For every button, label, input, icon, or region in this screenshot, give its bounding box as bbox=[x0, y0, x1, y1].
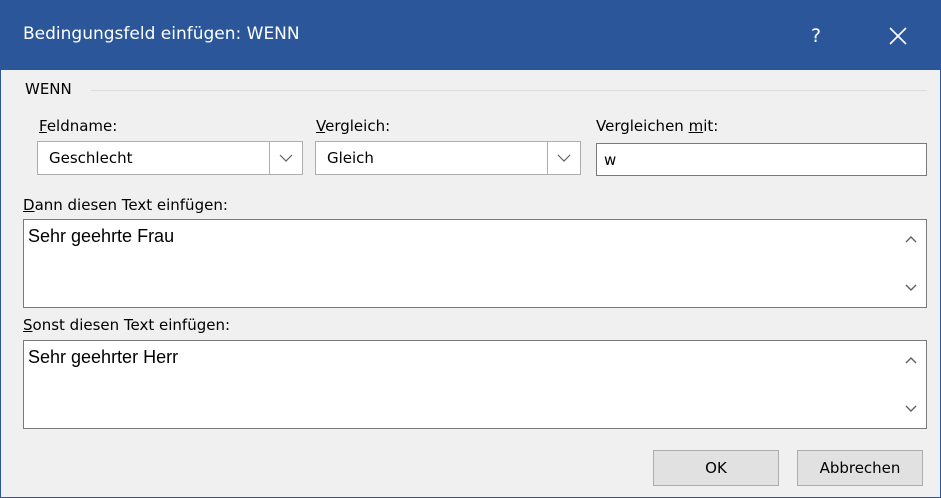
vergleich-label-rest: ergleich: bbox=[325, 117, 391, 135]
feldname-label-rest: eldname: bbox=[46, 117, 118, 135]
vergleichen-mit-label-pre: Vergleichen bbox=[596, 117, 689, 135]
feldname-label-accel: F bbox=[39, 117, 47, 135]
vergleich-label-accel: V bbox=[316, 117, 326, 135]
title-bar[interactable]: Bedingungsfeld einfügen: WENN ? bbox=[1, 0, 941, 70]
chevron-up-icon[interactable] bbox=[904, 355, 918, 365]
vergleich-dropdown-button[interactable] bbox=[547, 142, 580, 174]
chevron-up-icon[interactable] bbox=[904, 234, 918, 244]
chevron-down-icon[interactable] bbox=[904, 404, 918, 414]
feldname-dropdown-button[interactable] bbox=[269, 142, 302, 174]
dann-textarea[interactable]: Sehr geehrte Frau bbox=[23, 219, 927, 308]
dialog: Bedingungsfeld einfügen: WENN ? WENN Fel… bbox=[0, 0, 941, 498]
chevron-down-icon[interactable] bbox=[904, 283, 918, 293]
vergleichen-mit-label-accel: m bbox=[688, 117, 704, 135]
dann-label-rest: ann diesen Text einfügen: bbox=[34, 196, 228, 214]
ok-button[interactable]: OK bbox=[653, 450, 779, 486]
sonst-textarea[interactable]: Sehr geehrter Herr bbox=[23, 340, 927, 429]
group-divider bbox=[91, 90, 927, 91]
dann-label: Dann diesen Text einfügen: bbox=[23, 196, 228, 214]
sonst-label: Sonst diesen Text einfügen: bbox=[23, 316, 230, 334]
vergleichen-mit-label: Vergleichen mit: bbox=[596, 117, 718, 135]
dann-label-accel: D bbox=[23, 196, 35, 214]
sonst-label-accel: S bbox=[23, 316, 33, 334]
feldname-value: Geschlecht bbox=[49, 149, 133, 167]
vergleich-value: Gleich bbox=[327, 149, 374, 167]
feldname-label: Feldname: bbox=[39, 117, 117, 135]
dann-value: Sehr geehrte Frau bbox=[28, 226, 175, 246]
vergleich-select[interactable]: Gleich bbox=[315, 141, 581, 175]
vergleichen-mit-label-rest: it: bbox=[703, 117, 719, 135]
vergleich-label: Vergleich: bbox=[316, 117, 390, 135]
chevron-down-icon bbox=[557, 154, 571, 162]
help-button[interactable]: ? bbox=[791, 16, 841, 56]
feldname-select[interactable]: Geschlecht bbox=[37, 141, 303, 175]
sonst-label-rest: onst diesen Text einfügen: bbox=[32, 316, 231, 334]
window-title: Bedingungsfeld einfügen: WENN bbox=[23, 24, 300, 44]
chevron-down-icon bbox=[279, 154, 293, 162]
sonst-value: Sehr geehrter Herr bbox=[28, 347, 179, 367]
cancel-button[interactable]: Abbrechen bbox=[797, 450, 923, 486]
group-label: WENN bbox=[25, 80, 72, 98]
vergleichen-mit-value: w bbox=[604, 151, 617, 169]
close-icon bbox=[889, 27, 907, 45]
close-button[interactable] bbox=[871, 16, 927, 56]
vergleichen-mit-input[interactable]: w bbox=[596, 143, 927, 176]
